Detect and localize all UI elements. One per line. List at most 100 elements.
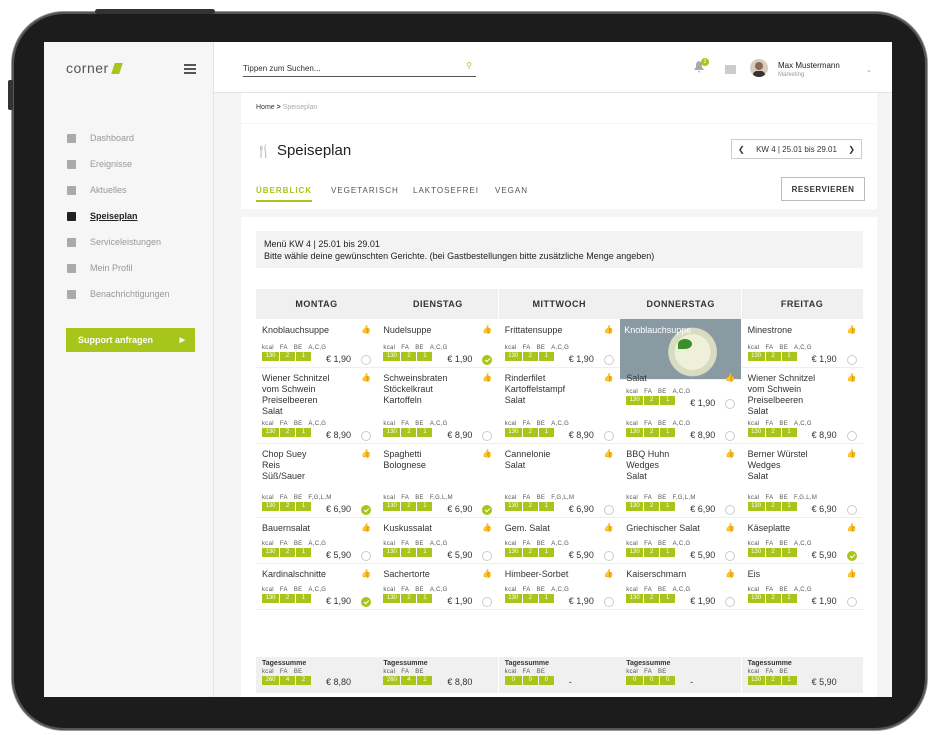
dish-item[interactable]: BBQ Huhn Wedges Salat 👍 kcal FA BE F,G,L,M 130… [620,443,742,518]
dish-item[interactable]: Gem. Salat 👍 kcal FA BE A,C,G 130 2 1 € 5,90 [498,517,620,564]
dish-item[interactable]: Nudelsuppe 👍 kcal FA BE A,C,G 130 2 1 € 1,90 [377,319,499,368]
select-check-icon[interactable] [482,355,493,365]
select-check-icon[interactable] [725,597,736,607]
thumbs-up-icon[interactable]: 👍 [847,569,857,578]
dish-item[interactable]: Chop Suey Reis Süß/Sauer 👍 kcal FA BE F,G,L,M… [256,443,377,518]
thumbs-up-icon[interactable]: 👍 [847,325,857,334]
select-check-icon[interactable] [603,505,614,515]
dish-item[interactable]: Wiener Schnitzel vom Schwein Preiselbeer… [256,367,377,444]
select-check-icon[interactable] [482,431,493,441]
reserve-button[interactable]: RESERVIEREN [781,177,865,201]
thumbs-up-icon[interactable]: 👍 [847,373,857,382]
select-check-icon[interactable] [846,505,857,515]
next-week-icon[interactable]: ❯ [848,145,855,154]
thumbs-up-icon[interactable]: 👍 [482,373,492,382]
allergens: A,C,G [308,345,327,351]
thumbs-up-icon[interactable]: 👍 [361,373,371,382]
select-check-icon[interactable] [361,551,371,561]
thumbs-up-icon[interactable]: 👍 [847,449,857,458]
select-check-icon[interactable] [603,431,614,441]
select-check-icon[interactable] [846,551,857,561]
select-check-icon[interactable] [361,355,371,365]
select-check-icon[interactable] [603,551,614,561]
dish-item[interactable]: Spaghetti Bolognese 👍 kcal FA BE F,G,L,M 130 2 1… [377,443,499,518]
kcal-label: kcal [747,421,760,427]
tab-ueberblick[interactable]: ÜBERBLICK [256,186,313,202]
dish-item[interactable]: Schweinsbraten Stöckelkraut Kartoffeln 👍 k… [377,367,499,444]
dish-item[interactable]: Eis 👍 kcal FA BE A,C,G 130 2 1 € 1,90 [741,563,863,610]
user-name[interactable]: Max Mustermann [778,61,840,70]
thumbs-up-icon[interactable]: 👍 [361,523,371,532]
select-check-icon[interactable] [482,597,493,607]
dish-item[interactable]: Kaiserschmarn 👍 kcal FA BE A,C,G 130 2 1 € 1,90 [620,563,742,610]
thumbs-up-icon[interactable]: 👍 [604,373,614,382]
thumbs-up-icon[interactable]: 👍 [361,325,371,334]
dish-item[interactable]: Cannelonie Salat 👍 kcal FA BE F,G,L,M 130 2 1 € 6… [498,443,620,518]
thumbs-up-icon[interactable]: 👍 [482,569,492,578]
dish-item[interactable]: Knoblauchsuppe 👍 kcal FA BE A,C,G 130 2 1 € 1,90 [256,319,377,368]
sidebar-item-dashboard[interactable]: Dashboard [66,125,170,151]
select-check-icon[interactable] [846,597,857,607]
chat-icon[interactable] [725,65,736,74]
breadcrumb-home[interactable]: Home [256,104,275,111]
sidebar-item-mein profil[interactable]: Mein Profil [66,255,170,281]
dish-item[interactable]: Berner Würstel Wedges Salat 👍 kcal FA BE F,G,… [741,443,863,518]
fa-value: 2 [765,594,781,603]
select-check-icon[interactable] [725,431,736,441]
thumbs-up-icon[interactable]: 👍 [847,523,857,532]
tabs: ÜBERBLICK VEGETARISCH LAKTOSEFREI VEGAN … [241,169,877,209]
dish-item[interactable]: Minestrone 👍 kcal FA BE A,C,G 130 2 1 € 1,90 [741,319,863,368]
dish-item[interactable]: Salat 👍 kcal FA BE A,C,G 130 2 1 € 8,90 [620,367,742,444]
dish-item[interactable]: Kuskussalat 👍 kcal FA BE A,C,G 130 2 1 € 5,90 [377,517,499,564]
sidebar-item-aktuelles[interactable]: Aktuelles [66,177,170,203]
dish-item[interactable]: Kardinalschnitte 👍 kcal FA BE A,C,G 130 2 1 € 1,9… [256,563,377,610]
dish-item[interactable]: Käseplatte 👍 kcal FA BE A,C,G 130 2 1 € 5,90 [741,517,863,564]
thumbs-up-icon[interactable]: 👍 [604,325,614,334]
tab-vegan[interactable]: VEGAN [495,186,528,195]
sidebar-item-speiseplan[interactable]: Speiseplan [66,203,170,229]
logo[interactable]: corner [66,60,123,76]
thumbs-up-icon[interactable]: 👍 [604,523,614,532]
dish-item[interactable]: Himbeer-Sorbet 👍 kcal FA BE A,C,G 130 2 1 € 1,90 [498,563,620,610]
dish-item[interactable]: Wiener Schnitzel vom Schwein Preiselbeer… [741,367,863,444]
select-check-icon[interactable] [603,355,614,365]
search-input[interactable]: Tippen zum Suchen... ⚲ [243,61,476,77]
chevron-down-icon[interactable]: ⌄ [866,66,872,74]
dish-item[interactable]: Griechischer Salat 👍 kcal FA BE A,C,G 130 2 1 € 5… [620,517,742,564]
select-check-icon[interactable] [725,551,736,561]
select-check-icon[interactable] [482,551,493,561]
thumbs-up-icon[interactable]: 👍 [482,325,492,334]
thumbs-up-icon[interactable]: 👍 [725,373,735,382]
thumbs-up-icon[interactable]: 👍 [604,569,614,578]
thumbs-up-icon[interactable]: 👍 [604,449,614,458]
dish-item[interactable]: Sachertorte 👍 kcal FA BE A,C,G 130 2 1 € 1,90 [377,563,499,610]
select-check-icon[interactable] [603,597,614,607]
select-check-icon[interactable] [361,431,371,441]
search-icon[interactable]: ⚲ [466,61,472,70]
select-check-icon[interactable] [361,505,371,515]
thumbs-up-icon[interactable]: 👍 [482,523,492,532]
thumbs-up-icon[interactable]: 👍 [361,449,371,458]
select-check-icon[interactable] [725,505,736,515]
tab-vegetarisch[interactable]: VEGETARISCH [331,186,399,195]
select-check-icon[interactable] [482,505,493,515]
support-button[interactable]: Support anfragen ▶ [66,328,195,352]
sidebar-item-ereignisse[interactable]: Ereignisse [66,151,170,177]
prev-week-icon[interactable]: ❮ [738,145,745,154]
thumbs-up-icon[interactable]: 👍 [725,569,735,578]
select-check-icon[interactable] [361,597,371,607]
dish-item[interactable]: Bauernsalat 👍 kcal FA BE A,C,G 130 2 1 € 5,90 [256,517,377,564]
tab-laktosefrei[interactable]: LAKTOSEFREI [413,186,479,195]
thumbs-up-icon[interactable]: 👍 [725,449,735,458]
sidebar-item-benachrichtigungen[interactable]: Benachrichtigungen [66,281,170,307]
thumbs-up-icon[interactable]: 👍 [725,523,735,532]
select-check-icon[interactable] [846,431,857,441]
avatar[interactable] [750,59,768,77]
select-check-icon[interactable] [846,355,857,365]
dish-item[interactable]: Frittatensuppe 👍 kcal FA BE A,C,G 130 2 1 € 1,90 [498,319,620,368]
dish-item[interactable]: Rinderfilet Kartoffelstampf Salat 👍 kcal FA… [498,367,620,444]
sidebar-item-serviceleistungen[interactable]: Serviceleistungen [66,229,170,255]
thumbs-up-icon[interactable]: 👍 [361,569,371,578]
menu-icon[interactable] [184,64,196,76]
thumbs-up-icon[interactable]: 👍 [482,449,492,458]
